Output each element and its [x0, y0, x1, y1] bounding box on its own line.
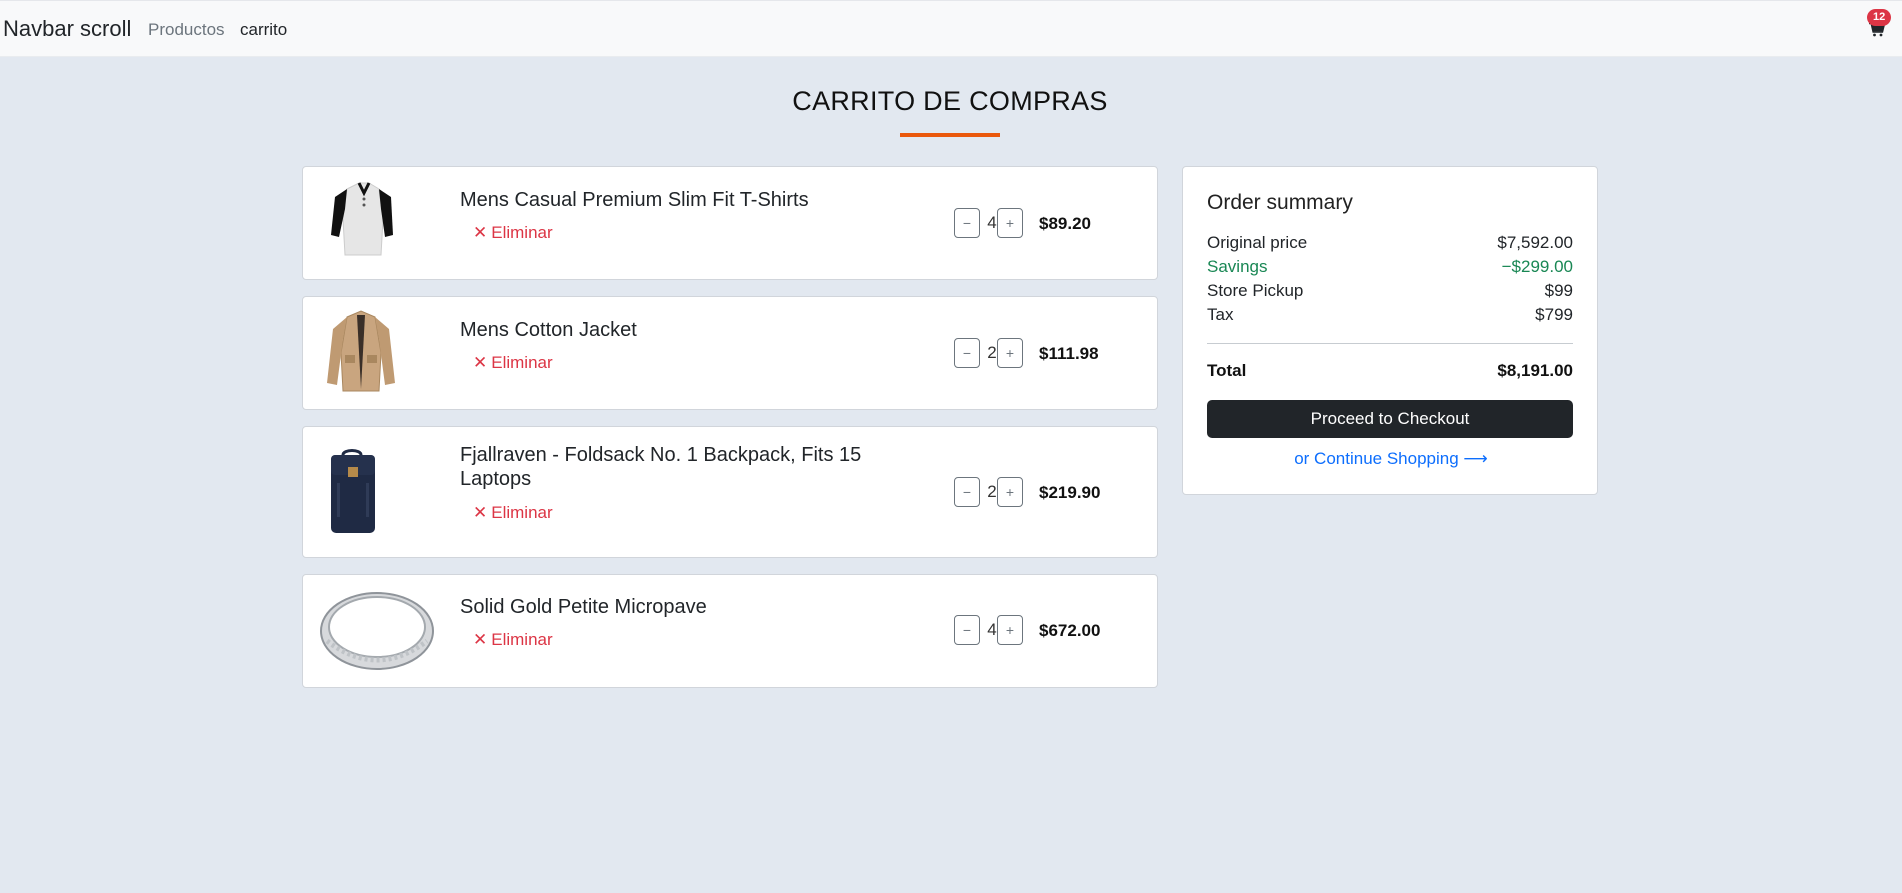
remove-item-button[interactable]: ✕ Eliminar — [473, 503, 553, 523]
close-icon: ✕ — [473, 223, 488, 242]
cart-count-badge: 12 — [1867, 9, 1892, 26]
close-icon: ✕ — [473, 503, 488, 522]
close-icon: ✕ — [473, 630, 488, 649]
backpack-image — [317, 449, 437, 535]
cart-item: Mens Casual Premium Slim Fit T-Shirts ✕ E… — [302, 166, 1158, 280]
cart-item: Solid Gold Petite Micropave ✕ Eliminar − … — [302, 574, 1158, 688]
quantity-decrement-button[interactable]: − — [954, 477, 980, 507]
order-summary: Order summary Original price $7,592.00 S… — [1182, 166, 1598, 495]
item-price: $672.00 — [1039, 621, 1101, 640]
checkout-button[interactable]: Proceed to Checkout — [1207, 400, 1573, 438]
summary-row-tax: Tax $799 — [1207, 305, 1573, 324]
remove-item-button[interactable]: ✕ Eliminar — [473, 223, 553, 243]
nav-link-productos[interactable]: Productos — [148, 20, 225, 40]
quantity-decrement-button[interactable]: − — [954, 208, 980, 238]
item-name: Mens Cotton Jacket — [460, 319, 637, 341]
summary-row-total: Total $8,191.00 — [1207, 361, 1573, 380]
summary-row-store-pickup: Store Pickup $99 — [1207, 281, 1573, 300]
item-name: Solid Gold Petite Micropave — [460, 596, 707, 618]
summary-row-savings: Savings −$299.00 — [1207, 257, 1573, 276]
item-price: $219.90 — [1039, 483, 1101, 502]
item-price: $111.98 — [1039, 344, 1099, 363]
summary-divider — [1207, 343, 1573, 344]
cart-item: Fjallraven - Foldsack No. 1 Backpack, Fi… — [302, 426, 1158, 558]
quantity-increment-button[interactable]: + — [997, 615, 1023, 645]
quantity-increment-button[interactable]: + — [997, 208, 1023, 238]
close-icon: ✕ — [473, 353, 488, 372]
item-price: $89.20 — [1039, 214, 1091, 233]
quantity-increment-button[interactable]: + — [997, 477, 1023, 507]
remove-item-button[interactable]: ✕ Eliminar — [473, 353, 553, 373]
jacket-image — [317, 309, 437, 395]
remove-item-button[interactable]: ✕ Eliminar — [473, 630, 553, 650]
page-title: CARRITO DE COMPRAS — [792, 86, 1108, 116]
cart-item: Mens Cotton Jacket ✕ Eliminar − 2 + $111.… — [302, 296, 1158, 410]
nav-link-carrito[interactable]: carrito — [240, 20, 287, 40]
continue-shopping-link[interactable]: or Continue Shopping ⟶ — [1183, 449, 1599, 469]
ring-image — [317, 587, 437, 673]
quantity-increment-button[interactable]: + — [997, 338, 1023, 368]
summary-title: Order summary — [1207, 191, 1353, 214]
navbar-brand[interactable]: Navbar scroll — [3, 16, 131, 42]
item-name: Mens Casual Premium Slim Fit T-Shirts — [460, 189, 809, 211]
title-underline — [900, 133, 1000, 137]
navbar: Navbar scroll Productos carrito 12 — [0, 0, 1902, 57]
summary-row-original-price: Original price $7,592.00 — [1207, 233, 1573, 252]
tshirt-image — [317, 179, 437, 265]
quantity-decrement-button[interactable]: − — [954, 615, 980, 645]
item-name: Fjallraven - Foldsack No. 1 Backpack, Fi… — [460, 444, 862, 490]
quantity-decrement-button[interactable]: − — [954, 338, 980, 368]
